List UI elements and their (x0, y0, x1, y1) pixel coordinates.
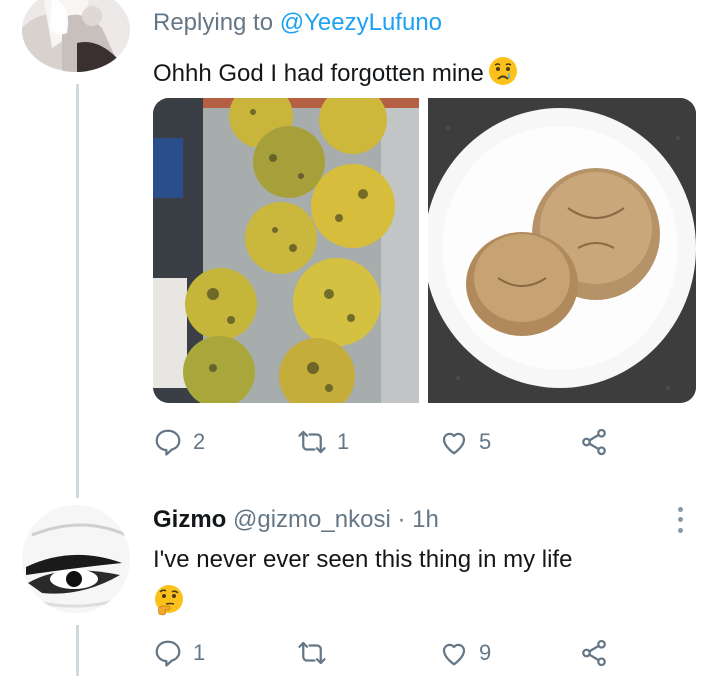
share-button[interactable] (579, 424, 609, 460)
like-button[interactable]: 5 (439, 424, 491, 460)
thinking-face-emoji-icon (155, 585, 183, 616)
share-button[interactable] (579, 635, 609, 671)
reply-button[interactable]: 2 (153, 424, 205, 460)
more-options-icon[interactable] (672, 504, 688, 536)
fruit-photo (153, 98, 419, 403)
retweet-count: 1 (337, 429, 350, 454)
avatar-photo (22, 505, 130, 613)
author-line: Gizmo @gizmo_nkosi · 1h (153, 506, 439, 534)
avatar-photo (22, 0, 130, 72)
reply-icon (155, 429, 181, 456)
tweet-text: Ohhh God I had forgotten mine (153, 56, 518, 88)
author-name[interactable]: Gizmo (153, 506, 226, 533)
tweet-photo-fruits[interactable] (153, 98, 419, 403)
like-button[interactable]: 9 (439, 635, 491, 671)
author-handle[interactable]: @gizmo_nkosi (233, 506, 391, 533)
avatar[interactable] (22, 505, 130, 613)
replying-to-line: Replying to @YeezyLufuno (153, 9, 442, 37)
share-icon (582, 639, 606, 667)
retweet-button[interactable]: 1 (297, 424, 349, 460)
retweet-icon (298, 641, 326, 665)
tweet-actions: 1 9 (153, 635, 623, 671)
share-icon (582, 428, 606, 456)
separator-dot: · (397, 506, 406, 533)
heart-icon (442, 643, 466, 666)
retweet-icon (298, 430, 326, 454)
reply-icon (155, 640, 181, 667)
thread-line (76, 84, 79, 498)
tweet-actions: 2 1 5 (153, 424, 623, 460)
heart-icon (442, 432, 466, 455)
crying-face-emoji-icon (488, 57, 517, 85)
reply-count: 2 (193, 429, 206, 454)
tweet-text-content: Ohhh God I had forgotten mine (153, 60, 484, 87)
reply-count: 1 (193, 640, 206, 665)
tweet-photo-plate[interactable] (428, 98, 696, 403)
timestamp[interactable]: 1h (412, 506, 439, 533)
avatar[interactable] (22, 0, 130, 72)
tweet-text: I've never ever seen this thing in my li… (153, 546, 573, 573)
thread-line (76, 625, 79, 676)
reply-button[interactable]: 1 (153, 635, 205, 671)
like-count: 9 (479, 640, 492, 665)
plate-photo (428, 98, 696, 403)
replying-to-label: Replying to (153, 9, 280, 36)
retweet-button[interactable] (297, 635, 337, 671)
replying-to-handle-link[interactable]: @YeezyLufuno (280, 9, 442, 36)
like-count: 5 (479, 429, 492, 454)
